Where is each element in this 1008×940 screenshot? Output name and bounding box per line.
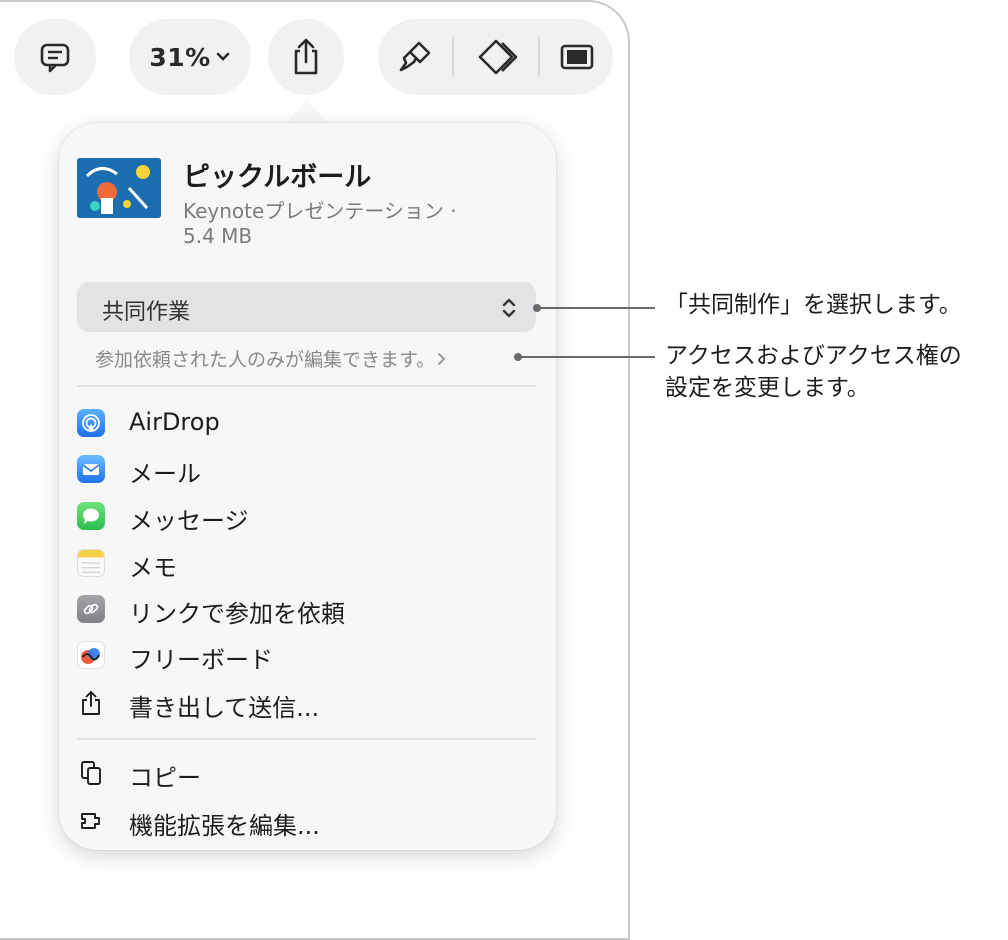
- messages-icon: [77, 502, 105, 530]
- collaboration-mode-value: 共同作業: [102, 300, 191, 325]
- document-title: ピックルボール: [183, 162, 372, 193]
- menu-item-label: フリーボード: [129, 646, 273, 674]
- comment-icon: [40, 43, 70, 73]
- copy-item[interactable]: コピー: [77, 753, 536, 793]
- callout-line-collab: [537, 307, 655, 309]
- zoom-button[interactable]: 31%: [129, 19, 251, 95]
- share-freeform-item[interactable]: フリーボード: [77, 635, 536, 675]
- edit-extensions-item[interactable]: 機能拡張を編集...: [77, 801, 536, 841]
- share-popover: ピックルボール Keynoteプレゼンテーション · 5.4 MB 共同作業 参…: [59, 123, 556, 850]
- share-airdrop-item[interactable]: AirDrop: [77, 403, 536, 443]
- document-size: 5.4 MB: [183, 224, 253, 248]
- up-down-chevron-icon: [502, 298, 516, 318]
- freeform-icon: [77, 641, 105, 669]
- share-button[interactable]: [268, 19, 344, 95]
- share-link-invite-item[interactable]: リンクで参加を依頼: [77, 589, 536, 629]
- mail-icon: [77, 455, 105, 483]
- document-icon[interactable]: [557, 37, 597, 77]
- menu-separator: [77, 385, 536, 387]
- callout-access-line-2: 設定を変更します。: [665, 375, 870, 401]
- menu-item-label: AirDrop: [129, 408, 220, 436]
- comment-button[interactable]: [14, 19, 96, 95]
- popover-pointer: [285, 100, 329, 124]
- share-icon: [294, 38, 318, 75]
- menu-item-label: メール: [129, 460, 201, 488]
- document-info: Keynoteプレゼンテーション · 5.4 MB: [183, 199, 523, 249]
- document-kind: Keynoteプレゼンテーション ·: [183, 199, 457, 223]
- callout-access-text: アクセスおよびアクセス権の 設定を変更します。: [665, 340, 962, 404]
- toolbar-group-format: [378, 19, 613, 95]
- extensions-icon: [77, 807, 105, 835]
- animate-icon[interactable]: [471, 37, 521, 77]
- share-messages-item[interactable]: メッセージ: [77, 496, 536, 536]
- document-thumbnail: [77, 158, 161, 218]
- callout-access-line-1: アクセスおよびアクセス権の: [665, 343, 962, 369]
- link-icon: [77, 595, 105, 623]
- chevron-right-icon: [438, 353, 446, 365]
- airdrop-icon: [77, 409, 105, 437]
- menu-item-label: 機能拡張を編集...: [129, 812, 320, 840]
- copy-icon: [77, 759, 105, 787]
- menu-item-label: メモ: [129, 554, 177, 582]
- collaboration-mode-select[interactable]: 共同作業: [77, 282, 536, 332]
- access-settings-link[interactable]: 参加依頼された人のみが編集できます。: [95, 345, 447, 372]
- toolbar-divider: [537, 37, 540, 77]
- menu-item-label: メッセージ: [129, 507, 249, 535]
- callout-collab-text: 「共同制作」を選択します。: [665, 292, 962, 318]
- access-settings-text: 参加依頼された人のみが編集できます。: [95, 349, 436, 371]
- export-send-item[interactable]: 書き出して送信...: [77, 683, 536, 723]
- menu-item-label: 書き出して送信...: [129, 694, 320, 722]
- menu-item-label: リンクで参加を依頼: [129, 600, 345, 628]
- menu-separator: [77, 738, 536, 740]
- callout-line-access: [518, 356, 655, 358]
- notes-icon: [77, 549, 105, 577]
- format-brush-icon[interactable]: [395, 37, 435, 77]
- toolbar-divider: [451, 37, 454, 77]
- chevron-down-icon: [216, 52, 229, 61]
- zoom-level: 31%: [149, 42, 211, 72]
- menu-item-label: コピー: [129, 764, 201, 792]
- export-icon: [77, 689, 105, 717]
- share-mail-item[interactable]: メール: [77, 449, 536, 489]
- share-notes-item[interactable]: メモ: [77, 543, 536, 583]
